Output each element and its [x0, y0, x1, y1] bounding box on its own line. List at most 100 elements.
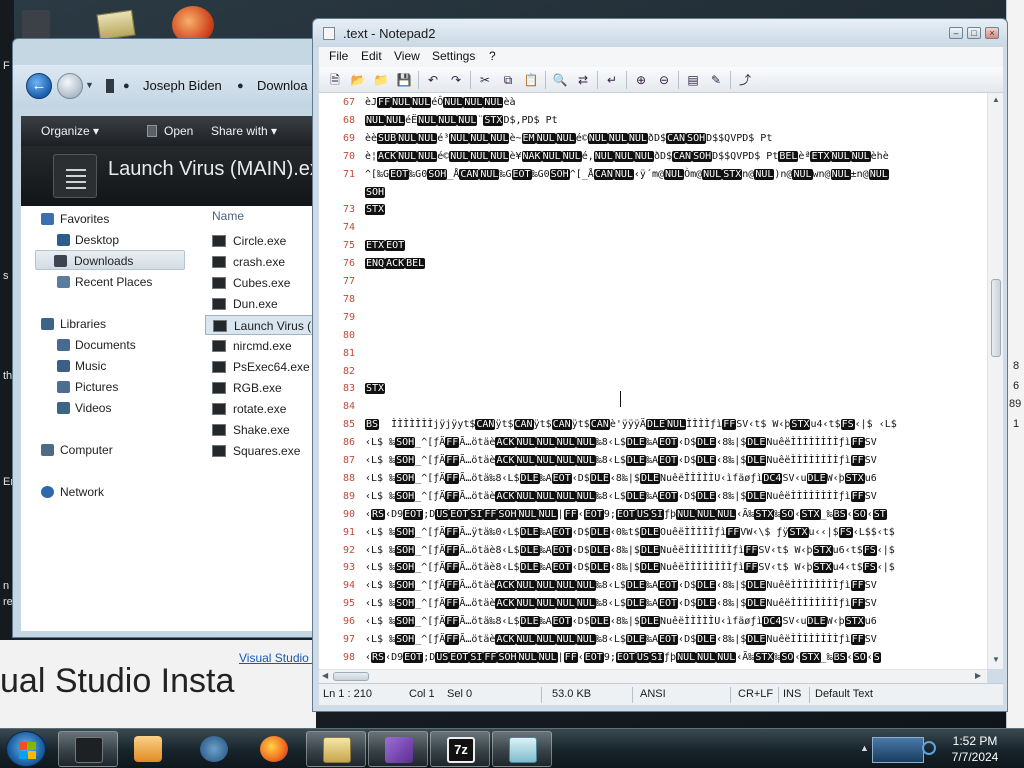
new-file-icon[interactable]: 🗎 — [327, 72, 343, 88]
network-icon[interactable] — [922, 741, 936, 755]
editor-line[interactable]: 68 NUL NULéËNUL NUL NUL¨STXD$,PD$ Pt — [319, 112, 987, 130]
breadcrumb-separator[interactable]: ● — [123, 65, 130, 107]
editor-line[interactable]: 69 èèSUB NUL NULé³NUL NUL NULè~EM NUL NULé©NUL N… — [319, 130, 987, 148]
taskbar-globe-app[interactable] — [184, 731, 244, 767]
taskbar-firefox[interactable] — [244, 731, 304, 767]
recent-pages-dropdown[interactable]: ▼ — [85, 80, 94, 90]
scroll-down-arrow[interactable]: ▼ — [992, 655, 1000, 664]
status-encoding[interactable]: ANSI — [640, 688, 666, 700]
taskbar-media-player[interactable] — [118, 731, 178, 767]
undo-icon[interactable]: ↶ — [425, 72, 441, 88]
clock[interactable]: 1:52 PM 7/7/2024 — [940, 733, 1010, 765]
editor-line[interactable]: SOH — [319, 184, 987, 202]
browse-icon[interactable]: 📁 — [373, 72, 389, 88]
visual-studio-link[interactable]: Visual Studio 2 — [239, 651, 319, 665]
editor-line[interactable]: 76 ENQ ACK BEL — [319, 255, 987, 273]
editor-line[interactable]: 78 — [319, 291, 987, 309]
editor-line[interactable]: 75 ETX EOT — [319, 237, 987, 255]
status-line-endings[interactable]: CR+LF — [738, 688, 773, 700]
taskbar-file-explorer[interactable] — [306, 731, 366, 767]
scroll-up-arrow[interactable]: ▲ — [992, 95, 1000, 104]
editor-line[interactable]: 96 ‹L$ ‰SOH_^[ƒÄFFÃ…ötä‰8‹L$DLE‰AEOT‹D$DL… — [319, 613, 987, 631]
minimize-button[interactable]: – — [949, 27, 963, 39]
horizontal-scrollbar[interactable]: ◀ ▶ — [319, 669, 987, 683]
breadcrumb-downloads[interactable]: Downloa — [257, 65, 308, 107]
vertical-scrollbar[interactable]: ▲ ▼ — [987, 93, 1003, 669]
editor-line[interactable]: 97 ‹L$ ‰SOH_^[ƒÄFFÃ…ötäèACK NUL NUL NUL NUL‰8… — [319, 631, 987, 649]
editor-line[interactable]: 93 ‹L$ ‰SOH_^[ƒÄFFÃ…ötäè8‹L$DLE‰AEOT‹D$DL… — [319, 559, 987, 577]
menu-edit[interactable]: Edit — [361, 49, 382, 63]
customize-scheme-icon[interactable]: ✎ — [708, 72, 724, 88]
find-icon[interactable]: 🔍 — [552, 72, 568, 88]
menu-help[interactable]: ? — [489, 49, 496, 63]
scroll-right-arrow[interactable]: ▶ — [975, 671, 981, 680]
editor-line[interactable]: 98 ‹RS‹D9EOT;DUS EOT SI FF SOH NUL NUL|FF‹EOT9;… — [319, 649, 987, 667]
organize-button[interactable]: Organize ▾ — [41, 116, 99, 146]
nav-downloads[interactable]: Downloads — [35, 250, 185, 270]
editor-line[interactable]: 87 ‹L$ ‰SOH_^[ƒÄFFÃ…ötäèACK NUL NUL NUL NUL‰8… — [319, 452, 987, 470]
editor-line[interactable]: 83 STX — [319, 380, 987, 398]
editor-line[interactable]: 92 ‹L$ ‰SOH_^[ƒÄFFÃ…ötäè8‹L$DLE‰AEOT‹D$DL… — [319, 542, 987, 560]
editor-line[interactable]: 84 — [319, 398, 987, 416]
zoom-out-icon[interactable]: ⊖ — [656, 72, 672, 88]
editor-line[interactable]: 80 — [319, 327, 987, 345]
desktop-icon[interactable] — [22, 10, 50, 40]
open-folder-icon[interactable]: 📂 — [350, 72, 366, 88]
start-button[interactable] — [6, 731, 46, 767]
line-number: 84 — [342, 401, 355, 413]
scheme-icon[interactable]: ▤ — [685, 72, 701, 88]
redo-icon[interactable]: ↷ — [448, 72, 464, 88]
column-header-name[interactable]: Name — [212, 209, 244, 223]
taskbar-notepad2[interactable] — [492, 731, 552, 767]
menu-view[interactable]: View — [394, 49, 420, 63]
vertical-scroll-thumb[interactable] — [991, 279, 1001, 357]
menu-settings[interactable]: Settings — [432, 49, 475, 63]
open-button[interactable]: Open — [164, 116, 193, 146]
editor-line[interactable]: 74 — [319, 219, 987, 237]
editor-line[interactable]: 77 — [319, 273, 987, 291]
desktop-icon[interactable] — [96, 9, 136, 41]
editor-line[interactable]: 95 ‹L$ ‰SOH_^[ƒÄFFÃ…ötäèACK NUL NUL NUL NUL‰8… — [319, 595, 987, 613]
scroll-left-arrow[interactable]: ◀ — [322, 671, 328, 680]
editor-line[interactable]: 82 — [319, 363, 987, 381]
text-editor[interactable]: 67 èJFF NUL NULéÔNUL NUL NULèà 68 NUL NULéËNUL NU… — [319, 93, 987, 669]
horizontal-scroll-thumb[interactable] — [333, 672, 369, 681]
forward-button[interactable] — [57, 73, 83, 99]
cut-icon[interactable]: ✂ — [477, 72, 493, 88]
back-button[interactable]: ← — [26, 73, 52, 99]
editor-line[interactable]: 81 — [319, 345, 987, 363]
taskbar-7zip[interactable]: 7z — [430, 731, 490, 767]
editor-line[interactable]: 70 è¦ACK NUL NULé©NUL NUL NULè¥NAK NUL NULé,NUL… — [319, 148, 987, 166]
exit-icon[interactable]: ⤴ — [737, 72, 753, 88]
editor-line[interactable]: 88 ‹L$ ‰SOH_^[ƒÄFFÃ…ötä‰8‹L$DLE‰AEOT‹D$DL… — [319, 470, 987, 488]
zoom-in-icon[interactable]: ⊕ — [633, 72, 649, 88]
title-bar[interactable]: .text - Notepad2 – □ × — [313, 19, 1007, 47]
editor-line[interactable]: 71 ^[‰GEOT‰G0SOH_ÅCAN NUL‰GEOT‰G0SOH^[_ÅCA… — [319, 166, 987, 184]
editor-line[interactable]: 85 BS ÌÌÌÌÌÌÌjÿjÿyt$CANÿt$CANÿt$CANÿt$CAN… — [319, 416, 987, 434]
status-scheme[interactable]: Default Text — [815, 688, 873, 700]
paste-icon[interactable]: 📋 — [523, 72, 539, 88]
taskbar-explorer-launch-virus[interactable] — [58, 731, 118, 767]
share-with-button[interactable]: Share with ▾ — [211, 116, 277, 146]
menu-file[interactable]: File — [329, 49, 348, 63]
breadcrumb-separator[interactable]: ● — [237, 65, 244, 107]
word-wrap-icon[interactable]: ↵ — [604, 72, 620, 88]
editor-line[interactable]: 91 ‹L$ ‰SOH_^[ƒÄFFÃ…ÿtä‰0‹L$DLE‰AEOT‹D$DL… — [319, 524, 987, 542]
tray-app-icon[interactable] — [872, 737, 924, 763]
details-header: Launch Virus (MAIN).ex — [21, 146, 333, 206]
replace-icon[interactable]: ⇄ — [575, 72, 591, 88]
editor-line[interactable]: 73 STX — [319, 201, 987, 219]
breadcrumb-user[interactable]: Joseph Biden — [143, 65, 222, 107]
editor-line[interactable]: 79 — [319, 309, 987, 327]
taskbar-visual-studio-installer[interactable] — [368, 731, 428, 767]
editor-line[interactable]: 67 èJFF NUL NULéÔNUL NUL NULèà — [319, 94, 987, 112]
close-button[interactable]: × — [985, 27, 999, 39]
editor-line[interactable]: 90 ‹RS‹D9EOT;DUS EOT SI FF SOH NUL NUL|FF‹EOT9;… — [319, 506, 987, 524]
copy-icon[interactable]: ⧉ — [500, 72, 516, 88]
maximize-button[interactable]: □ — [967, 27, 981, 39]
editor-line[interactable]: 86 ‹L$ ‰SOH_^[ƒÄFFÃ…ötäèACK NUL NUL NUL NUL‰8… — [319, 434, 987, 452]
show-hidden-icons-icon[interactable]: ▲ — [860, 743, 869, 753]
editor-line[interactable]: 89 ‹L$ ‰SOH_^[ƒÄFFÃ…ötäèACK NUL NUL NUL NUL‰8… — [319, 488, 987, 506]
editor-line[interactable]: 94 ‹L$ ‰SOH_^[ƒÄFFÃ…ötäèACK NUL NUL NUL NUL‰8… — [319, 577, 987, 595]
save-icon[interactable]: 💾 — [396, 72, 412, 88]
